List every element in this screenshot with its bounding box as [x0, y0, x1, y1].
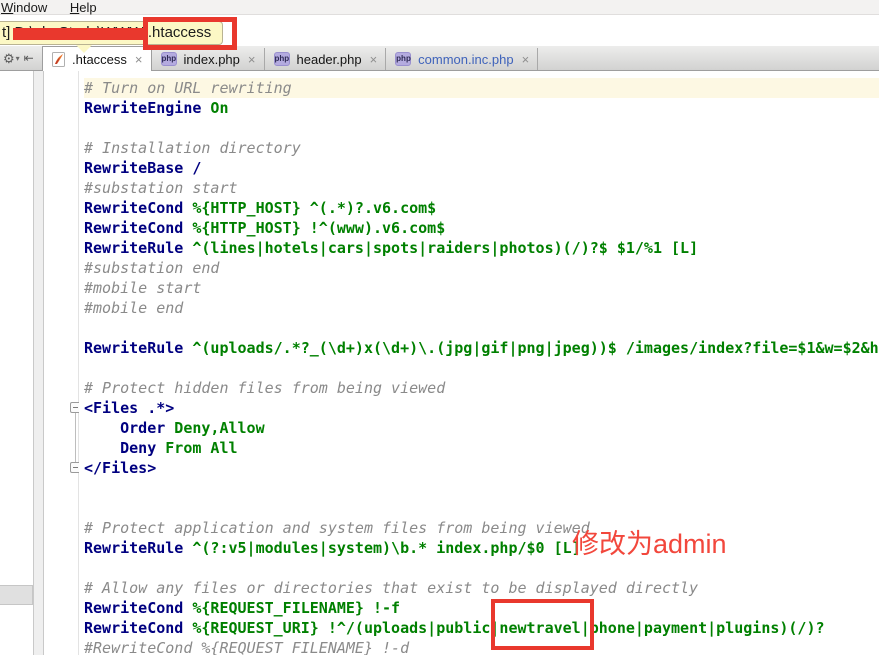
- left-tool-area: [0, 71, 33, 655]
- ide-window: Window Help t] D:\phpStudy\WWW\.htaccess…: [0, 0, 879, 655]
- tab-label: index.php: [184, 52, 240, 67]
- chevron-down-icon: ▾: [16, 54, 20, 63]
- code-line[interactable]: <Files .*>: [84, 398, 879, 418]
- newtravel-highlight-annotation: [491, 599, 594, 650]
- code-line[interactable]: RewriteBase /: [84, 158, 879, 178]
- tab-index-php[interactable]: php index.php ×: [152, 48, 265, 70]
- tool-window-splitter[interactable]: [33, 71, 44, 655]
- code-line[interactable]: RewriteEngine On: [84, 98, 879, 118]
- htaccess-highlight-annotation: [143, 17, 237, 50]
- menu-window[interactable]: Window: [1, 0, 47, 15]
- code-line[interactable]: # Turn on URL rewriting: [84, 78, 879, 98]
- editor-gutter: [44, 71, 79, 655]
- editor-tab-bar: ⚙▾ ⇤ .htaccess × php index.php × php hea…: [0, 46, 879, 71]
- code-line[interactable]: [84, 118, 879, 138]
- scroll-from-source-icon[interactable]: ⇤: [24, 51, 34, 65]
- code-line[interactable]: RewriteRule ^(?:v5|modules|system)\b.* i…: [84, 538, 879, 558]
- close-icon[interactable]: ×: [370, 52, 378, 67]
- fold-range-line: [75, 413, 76, 465]
- code-line[interactable]: #mobile start: [84, 278, 879, 298]
- code-line[interactable]: #substation start: [84, 178, 879, 198]
- menu-bar: Window Help: [0, 0, 879, 15]
- code-line[interactable]: Deny From All: [84, 438, 879, 458]
- tab-label: header.php: [297, 52, 362, 67]
- code-line[interactable]: # Allow any files or directories that ex…: [84, 578, 879, 598]
- code-line[interactable]: RewriteCond %{HTTP_HOST} !^(www).v6.com$: [84, 218, 879, 238]
- code-line[interactable]: [84, 318, 879, 338]
- menu-window-mnemonic: W: [1, 0, 13, 15]
- tab-bar-actions: ⚙▾ ⇤: [0, 46, 42, 70]
- php-file-icon: php: [274, 52, 290, 66]
- tab-header-php[interactable]: php header.php ×: [265, 48, 387, 70]
- annotation-note: 修改为admin: [572, 522, 727, 561]
- tab-label: common.inc.php: [418, 52, 513, 67]
- code-line[interactable]: [84, 358, 879, 378]
- menu-window-label: indow: [13, 0, 47, 15]
- code-line[interactable]: #substation end: [84, 258, 879, 278]
- tab-label: .htaccess: [72, 52, 127, 67]
- code-line[interactable]: RewriteCond %{REQUEST_FILENAME} !-f: [84, 598, 879, 618]
- code-line[interactable]: [84, 478, 879, 498]
- tab-bar-empty-area: [538, 46, 879, 70]
- code-line[interactable]: [84, 498, 879, 518]
- code-line[interactable]: # Protect hidden files from being viewed: [84, 378, 879, 398]
- gear-icon[interactable]: ⚙: [3, 52, 15, 65]
- php-file-icon: php: [161, 52, 177, 66]
- code-line[interactable]: #mobile end: [84, 298, 879, 318]
- php-file-icon: php: [395, 52, 411, 66]
- tab-htaccess[interactable]: .htaccess ×: [42, 46, 152, 71]
- code-line[interactable]: [84, 558, 879, 578]
- code-line[interactable]: RewriteCond %{REQUEST_URI} !^/(uploads|p…: [84, 618, 879, 638]
- close-icon[interactable]: ×: [248, 52, 256, 67]
- htaccess-file-icon: [52, 52, 65, 67]
- code-line[interactable]: # Protect application and system files f…: [84, 518, 879, 538]
- code-line[interactable]: Order Deny,Allow: [84, 418, 879, 438]
- tool-window-stub[interactable]: [0, 585, 33, 605]
- menu-help[interactable]: Help: [70, 0, 97, 15]
- redaction-annotation: [13, 28, 148, 40]
- code-line[interactable]: RewriteRule ^(uploads/.*?_(\d+)x(\d+)\.(…: [84, 338, 879, 358]
- code-line[interactable]: </Files>: [84, 458, 879, 478]
- menu-help-mnemonic: H: [70, 0, 79, 15]
- tab-common-inc-php[interactable]: php common.inc.php ×: [386, 48, 538, 70]
- code-line[interactable]: RewriteRule ^(lines|hotels|cars|spots|ra…: [84, 238, 879, 258]
- menu-help-label: elp: [79, 0, 96, 15]
- close-icon[interactable]: ×: [522, 52, 530, 67]
- code-line[interactable]: #RewriteCond %{REQUEST_FILENAME} !-d: [84, 638, 879, 655]
- code-editor[interactable]: # Turn on URL rewritingRewriteEngine On …: [79, 71, 879, 655]
- code-line[interactable]: RewriteCond %{HTTP_HOST} ^(.*)?.v6.com$: [84, 198, 879, 218]
- code-line[interactable]: # Installation directory: [84, 138, 879, 158]
- close-icon[interactable]: ×: [135, 52, 143, 67]
- tooltip-pointer: [76, 45, 92, 53]
